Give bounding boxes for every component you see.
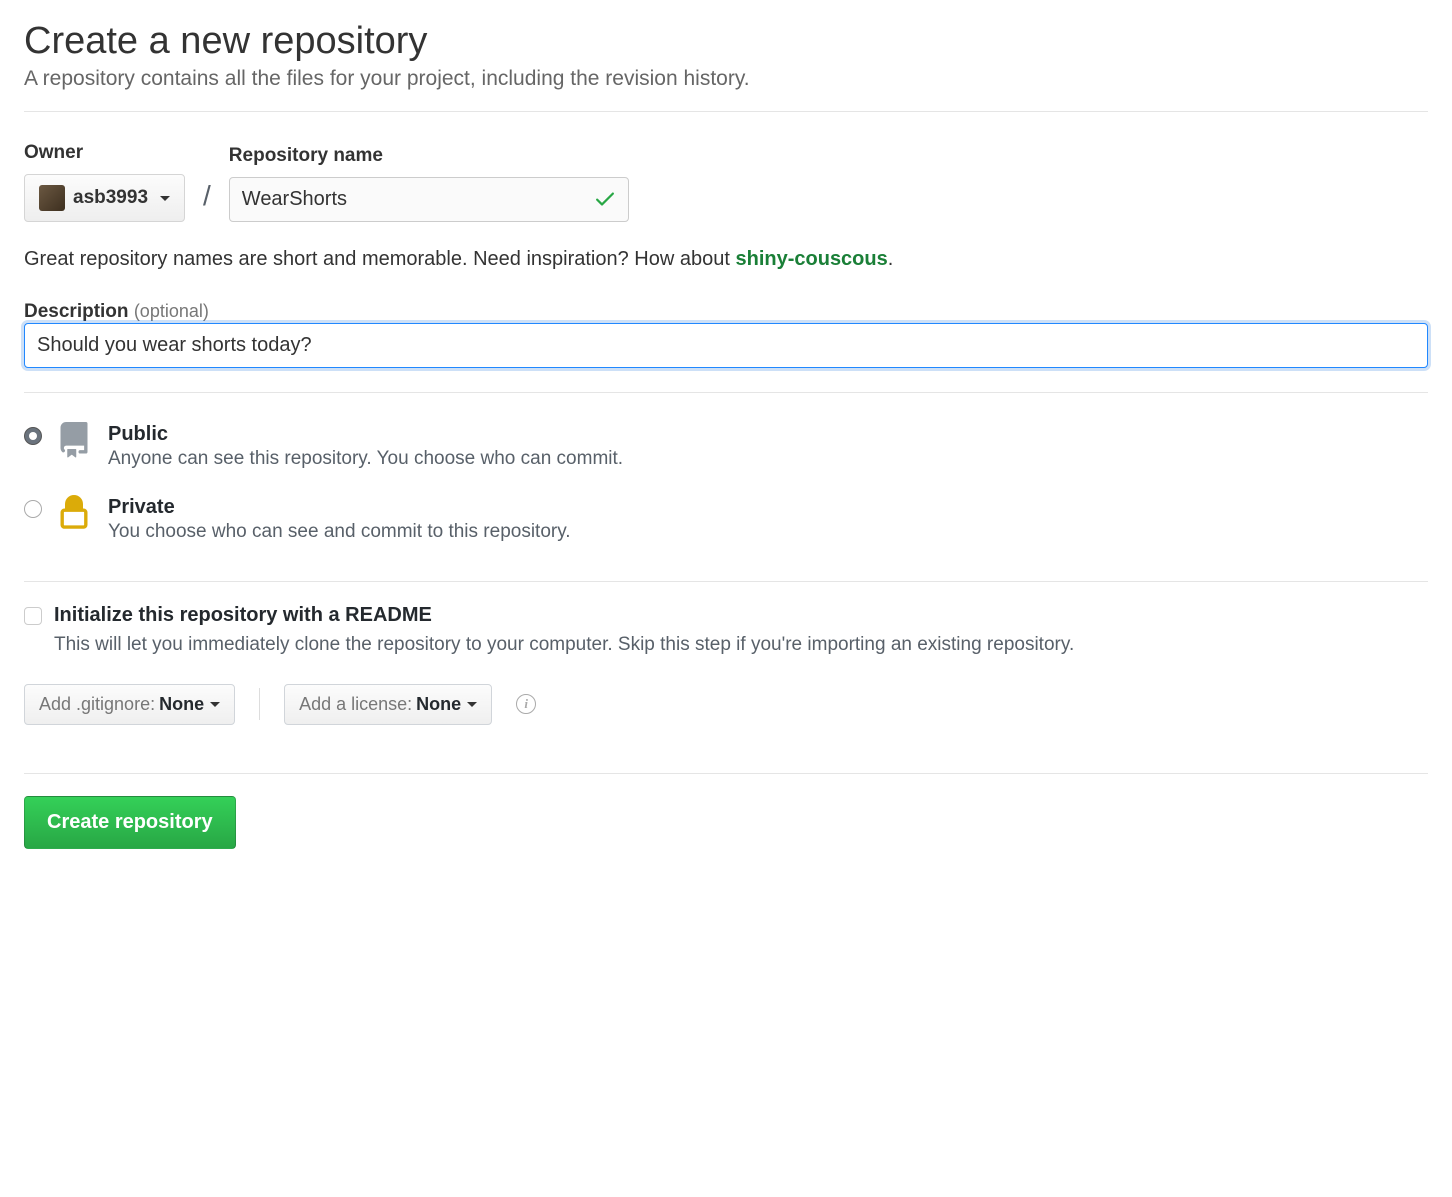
description-input[interactable]: [24, 323, 1428, 368]
repo-name-hint: Great repository names are short and mem…: [24, 248, 1428, 271]
owner-label: Owner: [24, 142, 185, 164]
page-subtitle: A repository contains all the files for …: [24, 67, 1428, 91]
initialize-readme-desc: This will let you immediately clone the …: [54, 631, 1074, 660]
owner-select-button[interactable]: asb3993: [24, 174, 185, 222]
license-value: None: [416, 694, 461, 715]
suggestion-link[interactable]: shiny-couscous: [735, 248, 887, 270]
chevron-down-icon: [210, 702, 220, 707]
slash-separator: /: [201, 180, 213, 222]
divider: [259, 688, 260, 720]
owner-username: asb3993: [73, 187, 148, 209]
check-icon: [593, 186, 617, 213]
private-title: Private: [108, 496, 571, 519]
initialize-readme-checkbox[interactable]: [24, 607, 42, 625]
gitignore-value: None: [159, 694, 204, 715]
repository-name-label: Repository name: [229, 145, 629, 167]
page-title: Create a new repository: [24, 20, 1428, 63]
info-icon[interactable]: i: [516, 694, 536, 714]
public-title: Public: [108, 423, 623, 446]
avatar: [39, 185, 65, 211]
repository-name-input[interactable]: [229, 177, 629, 222]
license-label: Add a license:: [299, 694, 412, 715]
public-desc: Anyone can see this repository. You choo…: [108, 448, 623, 470]
public-radio[interactable]: [24, 427, 42, 445]
lock-icon: [56, 492, 94, 537]
gitignore-select-button[interactable]: Add .gitignore: None: [24, 684, 235, 725]
repo-icon: [56, 419, 94, 464]
initialize-readme-title: Initialize this repository with a README: [54, 604, 1074, 627]
license-select-button[interactable]: Add a license: None: [284, 684, 492, 725]
description-label: Description (optional): [24, 301, 209, 322]
private-desc: You choose who can see and commit to thi…: [108, 521, 571, 543]
gitignore-label: Add .gitignore:: [39, 694, 155, 715]
chevron-down-icon: [160, 196, 170, 201]
private-radio[interactable]: [24, 500, 42, 518]
optional-label: (optional): [134, 301, 209, 321]
chevron-down-icon: [467, 702, 477, 707]
create-repository-button[interactable]: Create repository: [24, 796, 236, 849]
